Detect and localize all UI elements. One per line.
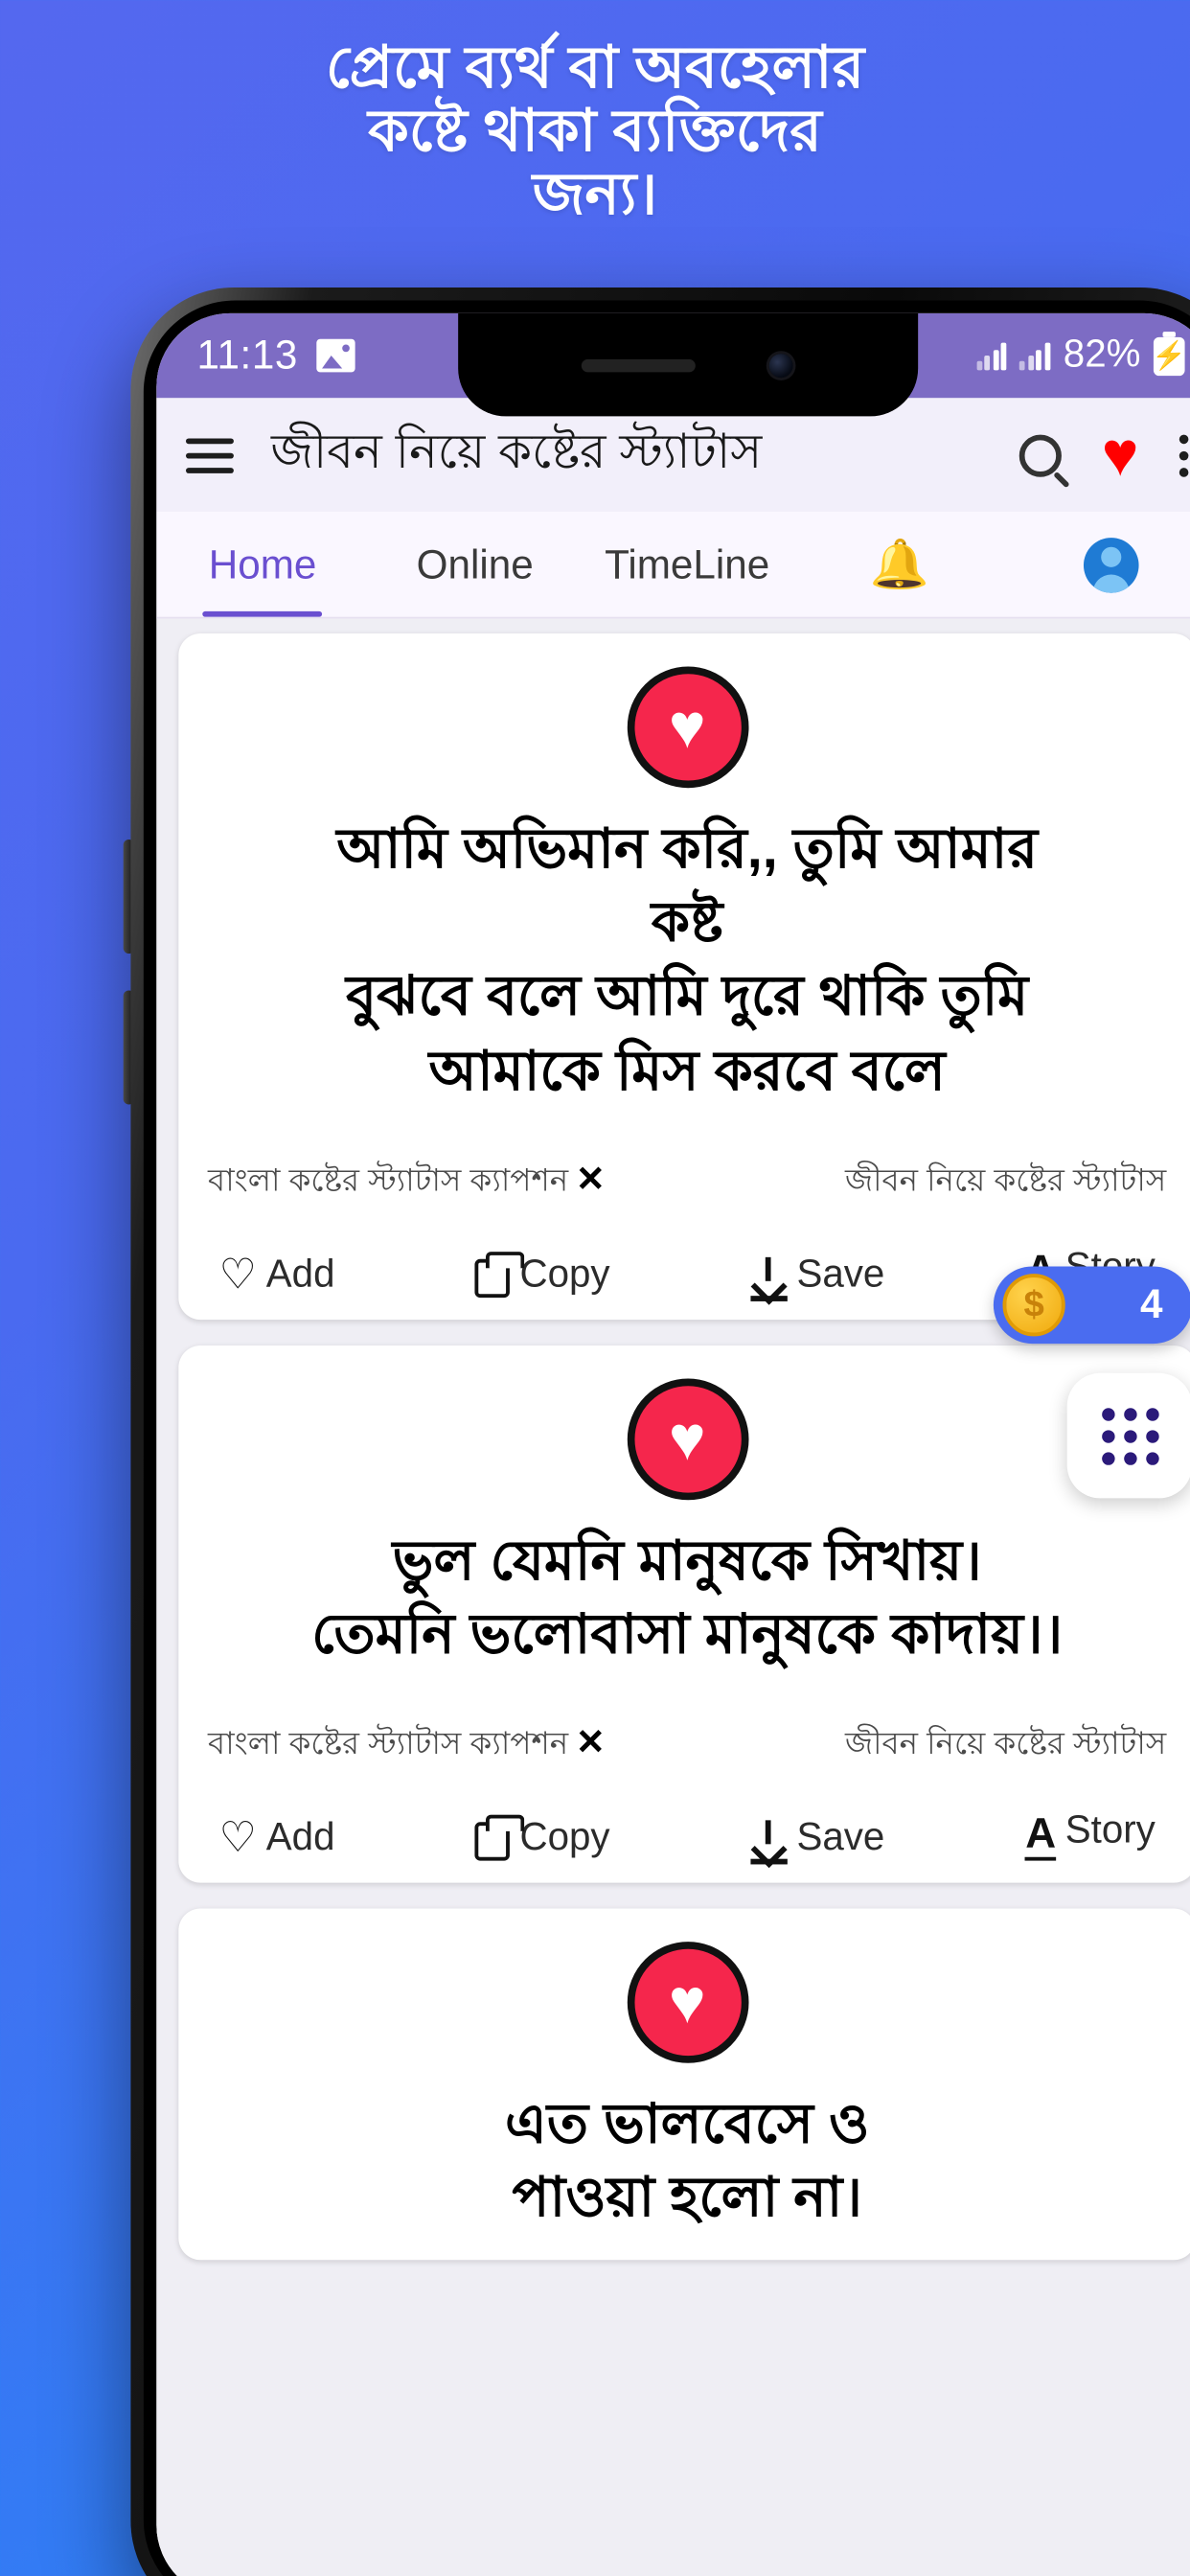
card-quote: এত ভালবেসে ও পাওয়া হলো না।: [208, 2089, 1166, 2237]
story-label: Story: [1064, 1809, 1156, 1852]
tab-notifications[interactable]: 🔔: [793, 512, 1006, 616]
card-source-label: বাংলা কষ্টের স্ট্যাটাস ক্যাপশন: [208, 1162, 569, 1198]
avatar-icon: [1084, 537, 1140, 592]
card-meta-right: জীবন নিয়ে কষ্টের স্ট্যাটাস: [844, 1162, 1167, 1198]
tab-profile[interactable]: [1006, 512, 1190, 616]
quote-line: বুঝবে বলে আমি দুরে থাকি তুমি: [346, 967, 1029, 1028]
bell-icon: 🔔: [869, 536, 929, 591]
quote-line: কষ্ট: [651, 893, 723, 954]
copy-icon: [475, 1814, 526, 1861]
quote-line: এত ভালবেসে ও: [505, 2094, 870, 2156]
phone-mockup: 11:13 82% ⚡ জীবন নিয়ে কষ্টের স্ট্যাটাস: [38, 288, 1190, 2576]
picture-icon: [316, 338, 355, 373]
download-icon: [750, 1820, 788, 1865]
save-label: Save: [796, 1253, 885, 1296]
apps-grid-button[interactable]: [1066, 1372, 1190, 1499]
card-heart-icon: ♥: [626, 1942, 748, 2064]
save-button[interactable]: Save: [750, 1253, 885, 1301]
signal-bars-icon-1: [976, 341, 1008, 371]
phone-screen: 11:13 82% ⚡ জীবন নিয়ে কষ্টের স্ট্যাটাস: [156, 312, 1190, 2576]
status-time: 11:13: [196, 332, 298, 379]
tab-home[interactable]: Home: [156, 512, 369, 617]
card-source-label: বাংলা কষ্টের স্ট্যাটাস ক্যাপশন: [208, 1726, 569, 1762]
copy-label: Copy: [519, 1816, 610, 1859]
save-label: Save: [796, 1816, 885, 1859]
status-bar-left: 11:13: [197, 332, 355, 380]
card-quote: আমি অভিমান করি,, তুমি আমার কষ্ট বুঝবে বল…: [208, 814, 1166, 1110]
coin-balance-pill[interactable]: $ 4: [993, 1266, 1190, 1345]
front-camera-icon: [768, 353, 793, 378]
promo-line-3: জন্য।: [532, 160, 658, 226]
device-frame: 11:13 82% ⚡ জীবন নিয়ে কষ্টের স্ট্যাটাস: [123, 288, 1190, 2576]
download-icon: [750, 1256, 788, 1301]
card-heart-icon: ♥: [626, 666, 748, 789]
signal-bars-icon-2: [1019, 341, 1051, 371]
add-button[interactable]: ♡ Add: [218, 1812, 335, 1861]
card-meta: বাংলা কষ্টের স্ট্যাটাস ক্যাপশন ✕ জীবন নিয…: [208, 1158, 1166, 1209]
promo-banner: প্রেমে ব্যর্থ বা অবহেলার কষ্টে থাকা ব্যক…: [0, 0, 1190, 288]
copy-button[interactable]: Copy: [475, 1814, 610, 1861]
status-feed[interactable]: ♥ আমি অভিমান করি,, তুমি আমার কষ্ট বুঝবে …: [156, 618, 1190, 2576]
copy-button[interactable]: Copy: [475, 1251, 610, 1298]
card-quote: ভুল যেমনি মানুষকে সিখায়। তেমনি ভলোবাসা …: [208, 1526, 1166, 1673]
tab-bar: Home Online TimeLine 🔔: [156, 512, 1190, 619]
add-button[interactable]: ♡ Add: [218, 1249, 335, 1298]
quote-line: পাওয়া হলো না।: [512, 2168, 862, 2230]
promo-line-1: প্রেমে ব্যর্থ বা অবহেলার: [325, 34, 865, 100]
copy-icon: [475, 1251, 526, 1298]
quote-line: তেমনি ভলোবাসা মানুষকে কাদায়।।: [311, 1604, 1064, 1666]
battery-charging-icon: ⚡: [1152, 331, 1186, 376]
coin-icon: $: [1002, 1274, 1065, 1337]
card-meta: বাংলা কষ্টের স্ট্যাটাস ক্যাপশন ✕ জীবন নিয…: [208, 1721, 1166, 1773]
toolbar-icons: ♥: [1018, 424, 1189, 486]
display-notch: [457, 312, 918, 417]
hamburger-icon[interactable]: [186, 437, 234, 472]
coin-count: 4: [1140, 1280, 1163, 1327]
text-format-icon: A: [1025, 1812, 1057, 1861]
save-button[interactable]: Save: [750, 1816, 885, 1865]
tab-online[interactable]: Online: [369, 512, 582, 616]
card-actions: ♡ Add Copy Save A Stor: [208, 1809, 1166, 1865]
three-dots-icon[interactable]: [1179, 433, 1189, 476]
status-card[interactable]: ♥ আমি অভিমান করি,, তুমি আমার কষ্ট বুঝবে …: [178, 632, 1190, 1320]
copy-label: Copy: [519, 1253, 610, 1296]
card-meta-right: জীবন নিয়ে কষ্টের স্ট্যাটাস: [844, 1726, 1167, 1762]
card-heart-icon: ♥: [626, 1378, 748, 1500]
earpiece-speaker: [581, 357, 696, 372]
heart-outline-icon: ♡: [218, 1249, 258, 1298]
close-icon[interactable]: ✕: [576, 1162, 606, 1200]
heart-outline-icon: ♡: [218, 1812, 258, 1861]
card-meta-left: বাংলা কষ্টের স্ট্যাটাস ক্যাপশন ✕: [208, 1721, 605, 1773]
quote-line: আমি অভিমান করি,, তুমি আমার: [336, 818, 1039, 881]
status-bar-right: 82% ⚡: [976, 331, 1186, 378]
apps-grid-icon: [1101, 1407, 1158, 1464]
add-label: Add: [265, 1816, 335, 1859]
add-label: Add: [265, 1253, 335, 1296]
search-icon[interactable]: [1018, 433, 1062, 476]
tab-timeline[interactable]: TimeLine: [581, 512, 793, 616]
battery-percent: 82%: [1063, 334, 1141, 377]
promo-line-2: কষ্টে থাকা ব্যক্তিদের: [368, 97, 822, 163]
close-icon[interactable]: ✕: [576, 1725, 606, 1763]
card-meta-left: বাংলা কষ্টের স্ট্যাটাস ক্যাপশন ✕: [208, 1158, 605, 1209]
status-card[interactable]: ♥ ভুল যেমনি মানুষকে সিখায়। তেমনি ভলোবাস…: [178, 1345, 1190, 1883]
heart-icon[interactable]: ♥: [1102, 424, 1139, 486]
quote-line: ভুল যেমনি মানুষকে সিখায়।: [392, 1530, 982, 1592]
page-title: জীবন নিয়ে কষ্টের স্ট্যাটাস: [270, 424, 763, 479]
status-card[interactable]: ♥ এত ভালবেসে ও পাওয়া হলো না।: [178, 1908, 1190, 2260]
story-button[interactable]: A Story: [1025, 1809, 1156, 1861]
quote-line: আমাকে মিস করবে বলে: [428, 1041, 946, 1102]
